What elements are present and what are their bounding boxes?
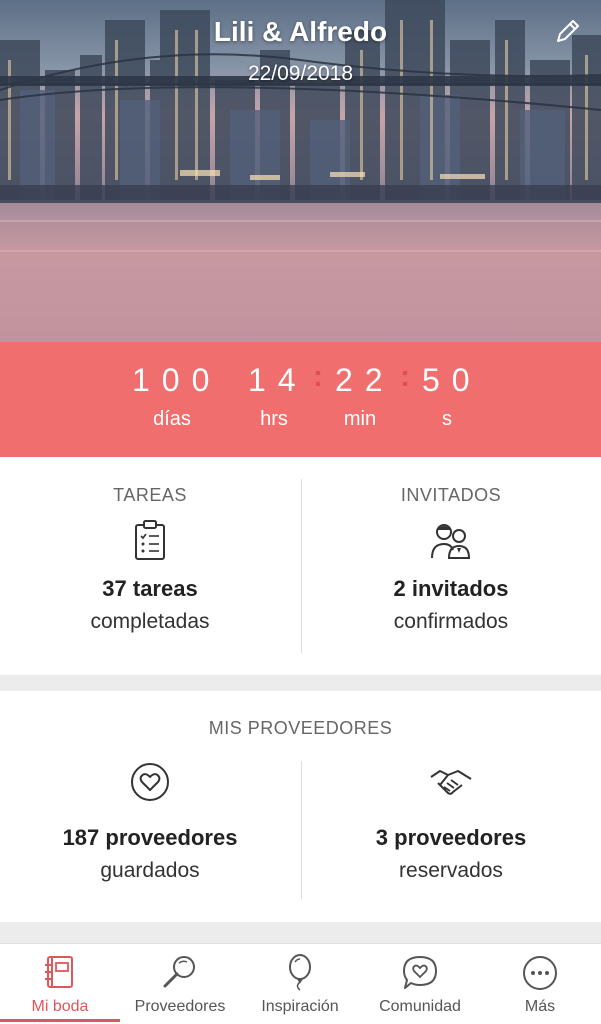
booked-vendors-status: reservados [399,859,503,882]
more-dots-icon [523,956,557,990]
countdown-hours-label: hrs [260,408,288,430]
magnifier-icon [163,956,195,988]
city-skyline-image [0,0,601,342]
couple-names: Lili & Alfredo [213,16,388,47]
wedding-date: 22/09/2018 [247,62,354,85]
countdown-minutes-label: min [343,408,377,430]
saved-vendors-section[interactable]: 187 proveedores guardados [0,761,300,922]
countdown-bar: 100 14 : 22 : 50 días hrs min s [0,342,601,457]
edit-button[interactable] [553,16,583,46]
nav-mi-boda[interactable]: Mi boda [0,944,120,1024]
nav-proveedores[interactable]: Proveedores [120,944,240,1024]
active-tab-indicator [0,1019,120,1022]
notebook-icon [45,956,73,988]
guests-status: confirmados [393,610,509,633]
countdown-minutes: 22 [335,362,395,398]
countdown-separator: : [400,360,410,393]
tasks-heading: TAREAS [113,485,187,505]
pencil-icon [557,20,579,42]
nav-label: Inspiración [261,998,339,1015]
tasks-status: completadas [90,610,210,633]
saved-vendors-count: 187 proveedores [62,825,238,850]
handshake-icon [430,770,472,795]
chat-heart-icon [403,956,437,989]
guests-heading: INVITADOS [400,485,502,505]
booked-vendors-section[interactable]: 3 proveedores reservados [301,761,601,922]
countdown-days: 100 [132,362,222,398]
countdown-separator: : [313,360,323,393]
nav-inspiracion[interactable]: Inspiración [240,944,360,1024]
hero-banner: Lili & Alfredo 22/09/2018 [0,0,601,342]
tasks-section[interactable]: TAREAS 37 tareas completadas [0,457,300,675]
couple-icon [431,524,471,559]
nav-mas[interactable]: Más [480,944,600,1024]
clipboard-checklist-icon [135,520,165,560]
countdown-hours: 14 [248,362,308,398]
nav-label: Mi boda [31,998,89,1015]
vendors-card: MIS PROVEEDORES 187 proveedores guardado… [0,691,601,922]
nav-label: Comunidad [379,998,461,1015]
bottom-navigation: Mi boda Proveedores Inspiración Comunida… [0,943,601,1024]
booked-vendors-count: 3 proveedores [375,825,527,850]
nav-comunidad[interactable]: Comunidad [360,944,480,1024]
countdown-days-label: días [153,408,191,430]
guests-count: 2 invitados [393,576,509,601]
guests-section[interactable]: INVITADOS 2 invitados confirmados [301,457,601,675]
tasks-count: 37 tareas [102,576,198,601]
nav-label: Proveedores [134,998,226,1015]
saved-vendors-status: guardados [100,859,200,882]
summary-card: TAREAS 37 tareas completadas INVITADOS 2… [0,457,601,675]
heart-circle-icon [131,763,169,801]
vendors-heading: MIS PROVEEDORES [208,718,393,738]
countdown-seconds-label: s [442,408,452,430]
nav-label: Más [524,998,556,1015]
balloon-icon [289,954,311,991]
countdown-seconds: 50 [422,362,482,398]
